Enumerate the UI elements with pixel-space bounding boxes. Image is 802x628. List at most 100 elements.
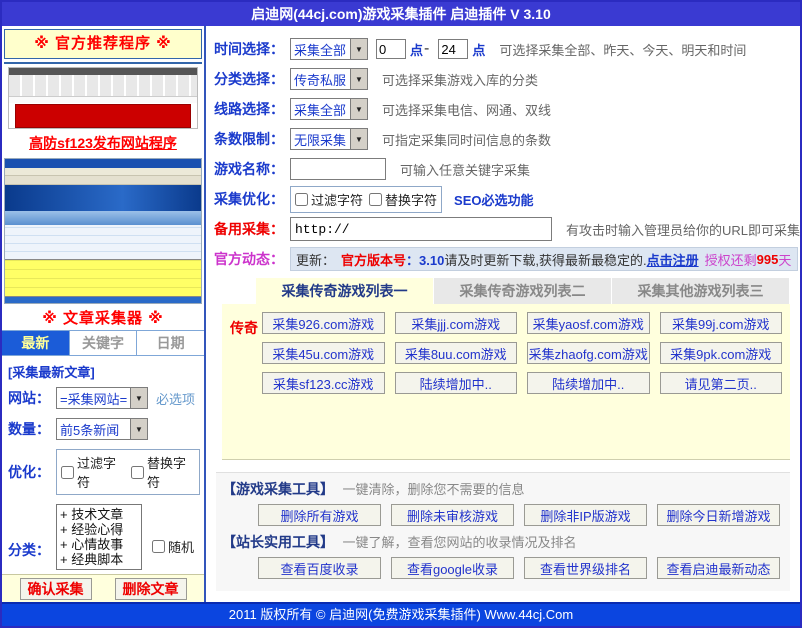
count-select-value: 前5条新闻 — [57, 420, 130, 439]
game-name-label: 游戏名称： — [214, 159, 290, 179]
site-row: 网站： =采集网站= ▼ 必选项 — [8, 387, 200, 409]
news-version-number: ：3.10 — [406, 250, 444, 269]
game-list-panel: 传奇 采集926.com游戏 采集jjj.com游戏 采集yaosf.com游戏… — [222, 304, 790, 460]
count-select[interactable]: 前5条新闻 ▼ — [56, 418, 148, 440]
check-google-index-button[interactable]: 查看google收录 — [391, 557, 514, 579]
collect-source-button[interactable]: 请见第二页.. — [660, 372, 783, 394]
article-collect-form: [采集最新文章] 网站： =采集网站= ▼ 必选项 数量： 前5条新闻 ▼ — [2, 356, 204, 574]
chevron-down-icon: ▼ — [130, 419, 147, 439]
collect-source-button[interactable]: 采集jjj.com游戏 — [395, 312, 518, 334]
copyright-text: 2011 版权所有 © 启迪网(免费游戏采集插件) Www.44cj.Com — [229, 607, 574, 622]
delete-article-button[interactable]: 删除文章 — [115, 578, 187, 600]
replace-characters-checkbox[interactable] — [131, 466, 144, 479]
tab-game-list-3[interactable]: 采集其他游戏列表三 — [612, 278, 790, 304]
random-checkbox[interactable] — [152, 540, 165, 553]
check-baidu-index-button[interactable]: 查看百度收录 — [258, 557, 381, 579]
category-select-value: 传奇私服 — [291, 70, 350, 89]
backup-collect-label: 备用采集： — [214, 219, 290, 239]
register-link[interactable]: 点击注册 — [647, 250, 699, 269]
check-world-rank-button[interactable]: 查看世界级排名 — [524, 557, 647, 579]
time-range-select[interactable]: 采集全部 ▼ — [290, 38, 368, 60]
collect-source-button[interactable]: 采集zhaofg.com游戏 — [527, 342, 650, 364]
category-select[interactable]: 传奇私服 ▼ — [290, 68, 368, 90]
category-item[interactable]: + 心情故事 — [60, 537, 138, 552]
filter-characters-checkbox[interactable] — [61, 466, 74, 479]
category-row: 分类： + 技术文章 + 经验心得 + 心情故事 + 经典脚本 随机 — [8, 504, 200, 570]
game-name-input[interactable] — [290, 158, 386, 180]
news-update-prefix: 更新： — [296, 250, 335, 269]
replace-characters-checkbox[interactable] — [369, 193, 382, 206]
random-label: 随机 — [168, 537, 194, 556]
optimize-checkbox-group: 过滤字符 替换字符 — [56, 449, 200, 495]
confirm-collect-button[interactable]: 确认采集 — [20, 578, 92, 600]
category-item[interactable]: + 技术文章 — [60, 507, 138, 522]
chevron-down-icon: ▼ — [350, 39, 367, 59]
game-tools-title: 【游戏采集工具】 — [222, 481, 334, 497]
category-listbox[interactable]: + 技术文章 + 经验心得 + 心情故事 + 经典脚本 — [56, 504, 142, 570]
delete-all-games-button[interactable]: 删除所有游戏 — [258, 504, 381, 526]
sidebar-tab-keyword[interactable]: 关键字 — [70, 331, 138, 355]
collect-source-button[interactable]: 采集9pk.com游戏 — [660, 342, 783, 364]
backup-collect-desc: 有攻击时输入管理员给你的URL即可采集 — [566, 220, 800, 239]
time-select-label: 时间选择： — [214, 39, 290, 59]
collect-source-button[interactable]: 陆续增加中.. — [527, 372, 650, 394]
backup-collect-row: 备用采集： 有攻击时输入管理员给你的URL即可采集 — [214, 214, 800, 244]
hour-unit-label: 点 — [472, 40, 485, 59]
promo-link[interactable]: 高防sf123发布网站程序 — [29, 135, 177, 151]
screenshot1-header-bar — [9, 68, 197, 75]
game-tools-desc: 一键清除，删除您不需要的信息 — [342, 482, 524, 497]
site-tools-title: 【站长实用工具】 — [222, 534, 334, 550]
game-tools-header: 【游戏采集工具】 一键清除，删除您不需要的信息 — [222, 479, 786, 499]
collect-button-grid: 采集926.com游戏 采集jjj.com游戏 采集yaosf.com游戏 采集… — [262, 312, 782, 394]
site-tools-buttons: 查看百度收录 查看google收录 查看世界级排名 查看启迪最新动态 — [258, 557, 780, 579]
sidebar-action-bar: 确认采集 删除文章 — [2, 574, 204, 602]
filter-characters-label: 过滤字符 — [311, 190, 363, 209]
time-from-input[interactable] — [376, 39, 406, 59]
replace-characters-label: 替换字符 — [385, 190, 437, 209]
filter-characters-checkbox[interactable] — [295, 193, 308, 206]
tool-sections: 【游戏采集工具】 一键清除，删除您不需要的信息 删除所有游戏 删除未审核游戏 删… — [216, 472, 790, 591]
category-item[interactable]: + 经典脚本 — [60, 552, 138, 567]
category-item[interactable]: + 经验心得 — [60, 522, 138, 537]
replace-characters-label: 替换字符 — [147, 453, 195, 491]
site-select[interactable]: =采集网站= ▼ — [56, 387, 148, 409]
sidebar-tab-latest[interactable]: 最新 — [2, 331, 70, 355]
line-select-value: 采集全部 — [291, 100, 350, 119]
line-select[interactable]: 采集全部 ▼ — [290, 98, 368, 120]
news-text: 请及时更新下载,获得最新最稳定的. — [444, 250, 646, 269]
check-qidi-news-button[interactable]: 查看启迪最新动态 — [657, 557, 780, 579]
collect-source-button[interactable]: 采集99j.com游戏 — [660, 312, 783, 334]
collect-source-button[interactable]: 采集8uu.com游戏 — [395, 342, 518, 364]
limit-select[interactable]: 无限采集 ▼ — [290, 128, 368, 150]
tab-game-list-2[interactable]: 采集传奇游戏列表二 — [434, 278, 612, 304]
collect-source-button[interactable]: 采集926.com游戏 — [262, 312, 385, 334]
screenshot2-menubar — [5, 168, 201, 176]
collect-optimize-row: 采集优化： 过滤字符 替换字符 SEO必选功能 — [214, 184, 800, 214]
filter-characters-option: 过滤字符 — [295, 190, 363, 209]
time-to-input[interactable] — [438, 39, 468, 59]
limit-label: 条数限制： — [214, 129, 290, 149]
collect-source-button[interactable]: 采集45u.com游戏 — [262, 342, 385, 364]
backup-url-input[interactable] — [290, 217, 552, 241]
screenshot2-yellow-rows — [5, 259, 201, 297]
count-label: 数量： — [8, 419, 56, 439]
sidebar-tab-date[interactable]: 日期 — [137, 331, 204, 355]
official-news-bar: 更新： 官方版本号 ：3.10 请及时更新下载,获得最新最稳定的. 点击注册 授… — [290, 247, 798, 271]
tab-game-list-1[interactable]: 采集传奇游戏列表一 — [256, 278, 434, 304]
app-title: 启迪网(44cj.com)游戏采集插件 启迪插件 V 3.10 — [251, 6, 551, 22]
main-layout: ※ 官方推荐程序 ※ 高防sf123发布网站程序 — [2, 26, 800, 602]
chevron-down-icon: ▼ — [350, 129, 367, 149]
form-section-title: [采集最新文章] — [8, 362, 200, 381]
collect-source-button[interactable]: 采集sf123.cc游戏 — [262, 372, 385, 394]
screenshot2-blue-band-2 — [5, 297, 201, 304]
promo-screenshot-1 — [8, 67, 198, 129]
filter-characters-label: 过滤字符 — [77, 453, 125, 491]
delete-today-new-games-button[interactable]: 删除今日新增游戏 — [657, 504, 780, 526]
delete-non-ip-games-button[interactable]: 删除非IP版游戏 — [524, 504, 647, 526]
collect-source-button[interactable]: 陆续增加中.. — [395, 372, 518, 394]
delete-unreviewed-games-button[interactable]: 删除未审核游戏 — [391, 504, 514, 526]
range-dash: - — [424, 40, 429, 58]
screenshot2-titlebar — [5, 159, 201, 168]
collect-source-button[interactable]: 采集yaosf.com游戏 — [527, 312, 650, 334]
site-select-value: =采集网站= — [57, 389, 130, 408]
